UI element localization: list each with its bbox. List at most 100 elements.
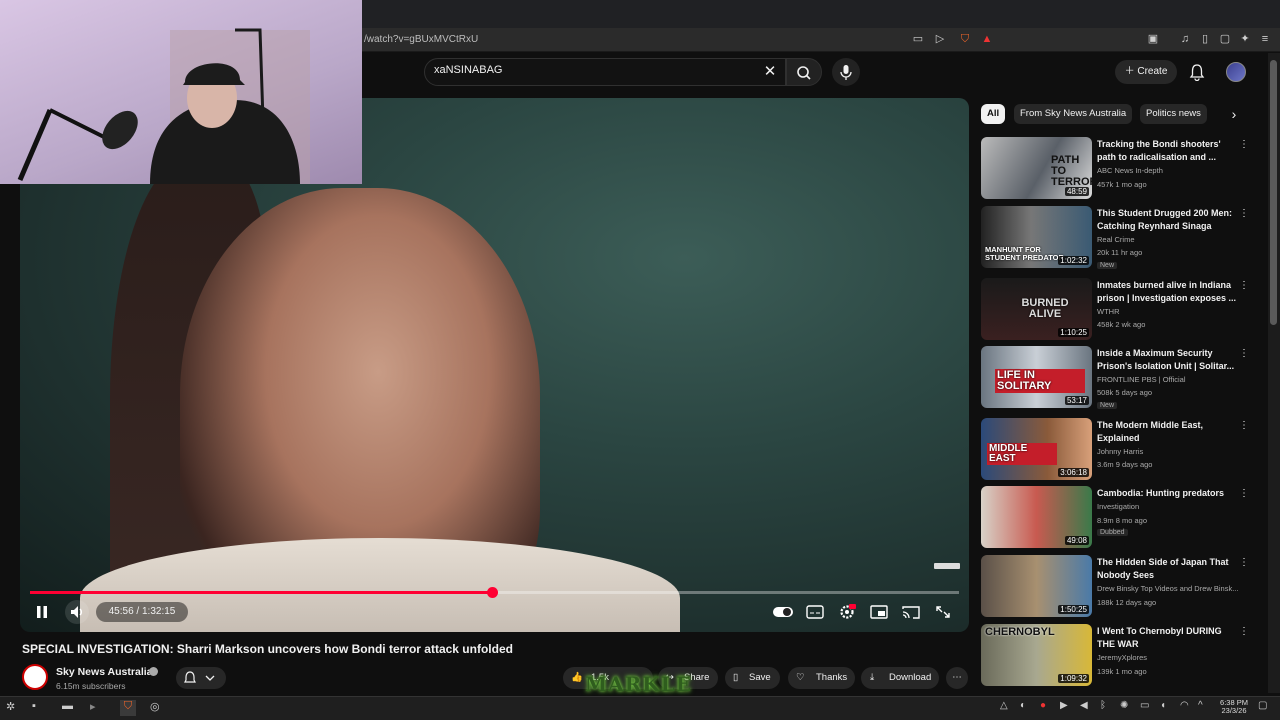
send-icon[interactable]: ▷ [933,32,947,46]
rec-title[interactable]: Inmates burned alive in Indiana prison |… [1097,279,1237,305]
files-icon[interactable]: ▸ [90,700,106,716]
rec-channel[interactable]: Investigation [1097,502,1139,511]
cast-button[interactable] [901,603,921,621]
rec-thumbnail[interactable]: 49:08 [981,486,1092,548]
settings-button[interactable] [837,603,857,621]
autoplay-toggle[interactable] [772,603,793,621]
obs-icon[interactable]: ◎ [150,700,166,716]
bluetooth-icon[interactable]: ᛒ [1100,700,1116,716]
rec-thumbnail[interactable]: PATH TO TERROR 48:59 [981,137,1092,199]
streaming-icon[interactable]: ◐ [1020,700,1036,716]
rec-title[interactable]: The Modern Middle East, Explained [1097,419,1237,445]
display-icon[interactable]: ▭ [1140,700,1156,716]
music-icon[interactable]: ♫ [1178,32,1192,46]
chevron-right-icon[interactable]: › [1226,104,1242,124]
download-icon: ⤓ [870,672,875,683]
workspace-icon[interactable]: ▪ [32,700,48,716]
start-menu-icon[interactable]: ✲ [6,700,22,716]
speaker-icon[interactable]: ◀ [1080,700,1096,716]
rec-thumbnail[interactable]: LIFE IN SOLITARY 53:17 [981,346,1092,408]
screen-icon[interactable]: ▭ [911,32,925,46]
update-icon[interactable]: △ [1000,700,1016,716]
subtitles-button[interactable] [805,603,825,621]
chip-all[interactable]: All [981,104,1006,124]
progress-scrubber[interactable] [486,587,498,598]
more-vertical-icon[interactable]: ⋮ [1238,421,1250,433]
more-vertical-icon[interactable]: ⋮ [1238,209,1250,221]
rec-meta: 3.6m 9 days ago [1097,460,1153,469]
download-button[interactable]: ⤓ Download [861,667,939,689]
create-button[interactable]: ＋ Create [1115,60,1177,84]
menu-icon[interactable]: ≡ [1258,32,1272,46]
brightness-icon[interactable]: ✺ [1120,700,1136,716]
rec-title[interactable]: Inside a Maximum Security Prison's Isola… [1097,347,1237,373]
sidebar-icon[interactable]: ▯ [1198,32,1212,46]
rec-title[interactable]: I Went To Chernobyl DURING THE WAR [1097,625,1237,651]
rec-thumbnail[interactable]: MIDDLE EAST 3:06:18 [981,418,1092,480]
sky-news-watermark [934,563,960,569]
miniplayer-button[interactable] [869,603,889,621]
extensions-icon[interactable]: ▣ [1146,32,1160,46]
scrollbar-thumb[interactable] [1270,60,1277,325]
wallet-icon[interactable]: ▢ [1218,32,1232,46]
thanks-button[interactable]: ♡ Thanks [788,667,855,689]
search-icon [797,66,811,80]
rewards-icon[interactable]: ▲ [980,32,994,46]
save-button[interactable]: ▯ Save [725,667,780,689]
rec-badge: New [1097,262,1118,269]
rec-badge: New [1097,402,1118,409]
account-avatar[interactable] [1226,62,1246,82]
address-bar[interactable]: /watch?v=gBUxMVCtRxU [362,31,1030,49]
rec-title[interactable]: Tracking the Bondi shooters' path to rad… [1097,138,1237,164]
cast-icon [902,606,920,619]
chip-politics[interactable]: Politics news [1140,104,1207,124]
tray-expand-icon[interactable]: ^ [1198,700,1214,716]
more-vertical-icon[interactable]: ⋮ [1238,627,1250,639]
pause-button[interactable] [31,601,53,623]
rec-thumbnail[interactable]: CHERNOBYL 1:09:32 [981,624,1092,686]
channel-avatar[interactable] [22,664,48,690]
voice-search-button[interactable] [832,58,860,86]
rec-channel[interactable]: JeremyXplores [1097,653,1147,662]
rec-thumbnail[interactable]: BURNED ALIVE 1:10:25 [981,278,1092,340]
record-icon[interactable]: ● [1040,700,1056,716]
rec-thumbnail[interactable]: MANHUNT FOR STUDENT PREDATOR 1:02:32 [981,206,1092,268]
more-vertical-icon[interactable]: ⋮ [1238,349,1250,361]
more-vertical-icon[interactable]: ⋮ [1238,140,1250,152]
rec-channel[interactable]: ABC News In-depth [1097,166,1163,175]
leo-icon[interactable]: ✦ [1238,32,1252,46]
show-desktop-icon[interactable]: ▢ [1258,700,1274,716]
wifi-icon[interactable]: ◠ [1180,700,1196,716]
brave-browser-icon[interactable]: ⛉ [120,700,136,716]
rec-thumbnail[interactable]: 1:50:25 [981,555,1092,617]
rec-meta: 8.9m 8 mo ago [1097,516,1148,525]
rec-channel[interactable]: Johnny Harris [1097,447,1143,456]
system-clock[interactable]: 6:38 PM 23/3/26 [1214,699,1254,715]
volume-tray-icon[interactable]: ◖ [1160,700,1176,716]
rec-title[interactable]: This Student Drugged 200 Men: Catching R… [1097,207,1237,233]
more-vertical-icon[interactable]: ⋮ [1238,489,1250,501]
more-vertical-icon[interactable]: ⋮ [1238,558,1250,570]
rec-title[interactable]: The Hidden Side of Japan That Nobody See… [1097,556,1237,582]
chip-from-channel[interactable]: From Sky News Australia [1014,104,1133,124]
rec-title[interactable]: Cambodia: Hunting predators [1097,487,1237,500]
terminal-icon[interactable]: ▬ [62,700,78,716]
search-query[interactable]: xaNSINABAG [434,64,502,76]
more-vertical-icon[interactable]: ⋮ [1238,281,1250,293]
clear-search-icon[interactable]: ✕ [762,62,778,82]
volume-button[interactable] [65,600,89,624]
rec-channel[interactable]: Drew Binsky Top Videos and Drew Binsk... [1097,584,1257,593]
fullscreen-button[interactable] [933,603,953,621]
rec-channel[interactable]: FRONTLINE PBS | Official [1097,375,1186,384]
more-actions-button[interactable]: ⋯ [946,667,968,689]
microphone-icon [840,65,852,80]
subscribed-notification-button[interactable] [176,667,226,689]
rec-channel[interactable]: WTHR [1097,307,1120,316]
progress-played [30,591,492,594]
rec-channel[interactable]: Real Crime [1097,235,1135,244]
search-button[interactable] [786,58,822,86]
brave-shield-icon[interactable]: ⛉ [958,32,972,46]
channel-name[interactable]: Sky News Australia [56,666,153,678]
media-icon[interactable]: ▶ [1060,700,1076,716]
notifications-icon[interactable] [1188,63,1206,81]
